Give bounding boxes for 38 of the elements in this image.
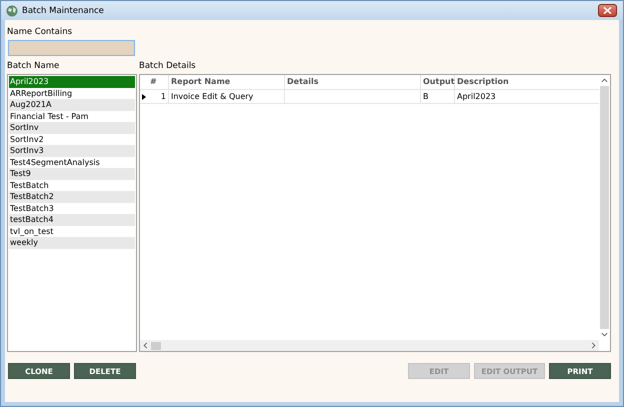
globe-icon: [6, 4, 18, 16]
column-header[interactable]: #: [148, 75, 169, 89]
column-header[interactable]: Output: [421, 75, 455, 89]
column-header[interactable]: Details: [285, 75, 421, 89]
list-item[interactable]: weekly: [9, 237, 135, 248]
column-header[interactable]: Report Name: [169, 75, 285, 89]
list-item[interactable]: SortInv2: [9, 134, 135, 145]
list-item[interactable]: Test4SegmentAnalysis: [9, 156, 135, 168]
close-button[interactable]: [598, 4, 617, 17]
scroll-down-icon[interactable]: [601, 332, 608, 337]
field-label: Name Contains: [7, 27, 72, 38]
name-filter-field[interactable]: [8, 40, 135, 56]
grid-label: Batch Details: [139, 61, 196, 72]
window-title: Batch Maintenance: [22, 6, 105, 16]
list-item[interactable]: SortInv3: [9, 145, 135, 156]
scroll-up-icon[interactable]: [601, 78, 608, 83]
list-item[interactable]: Financial Test - Pam: [9, 110, 135, 122]
scroll-left-icon[interactable]: [143, 342, 148, 349]
scroll-right-icon[interactable]: [591, 342, 596, 349]
list-item[interactable]: Test9: [9, 168, 135, 180]
table-cell: Invoice Edit & Query: [171, 92, 254, 101]
list-item[interactable]: April2023: [9, 76, 135, 88]
list-item[interactable]: tvl_on_test: [9, 226, 135, 237]
list-item[interactable]: TestBatch3: [9, 202, 135, 214]
table-cell: April2023: [457, 92, 496, 101]
table-cell: 1: [160, 92, 166, 101]
horizontal-scrollbar[interactable]: [140, 340, 599, 351]
table-cell: B: [423, 92, 428, 101]
list-item[interactable]: SortInv: [9, 122, 135, 134]
list-item[interactable]: TestBatch2: [9, 191, 135, 202]
list-item[interactable]: Aug2021A: [9, 99, 135, 110]
close-icon: [603, 7, 612, 14]
list-label: Batch Name: [7, 61, 60, 72]
scroll-thumb[interactable]: [151, 342, 161, 350]
list-item[interactable]: ARReportBilling: [9, 88, 135, 99]
column-header[interactable]: Description: [455, 75, 599, 89]
list-item[interactable]: TestBatch: [9, 180, 135, 191]
list-item[interactable]: testBatch4: [9, 214, 135, 226]
